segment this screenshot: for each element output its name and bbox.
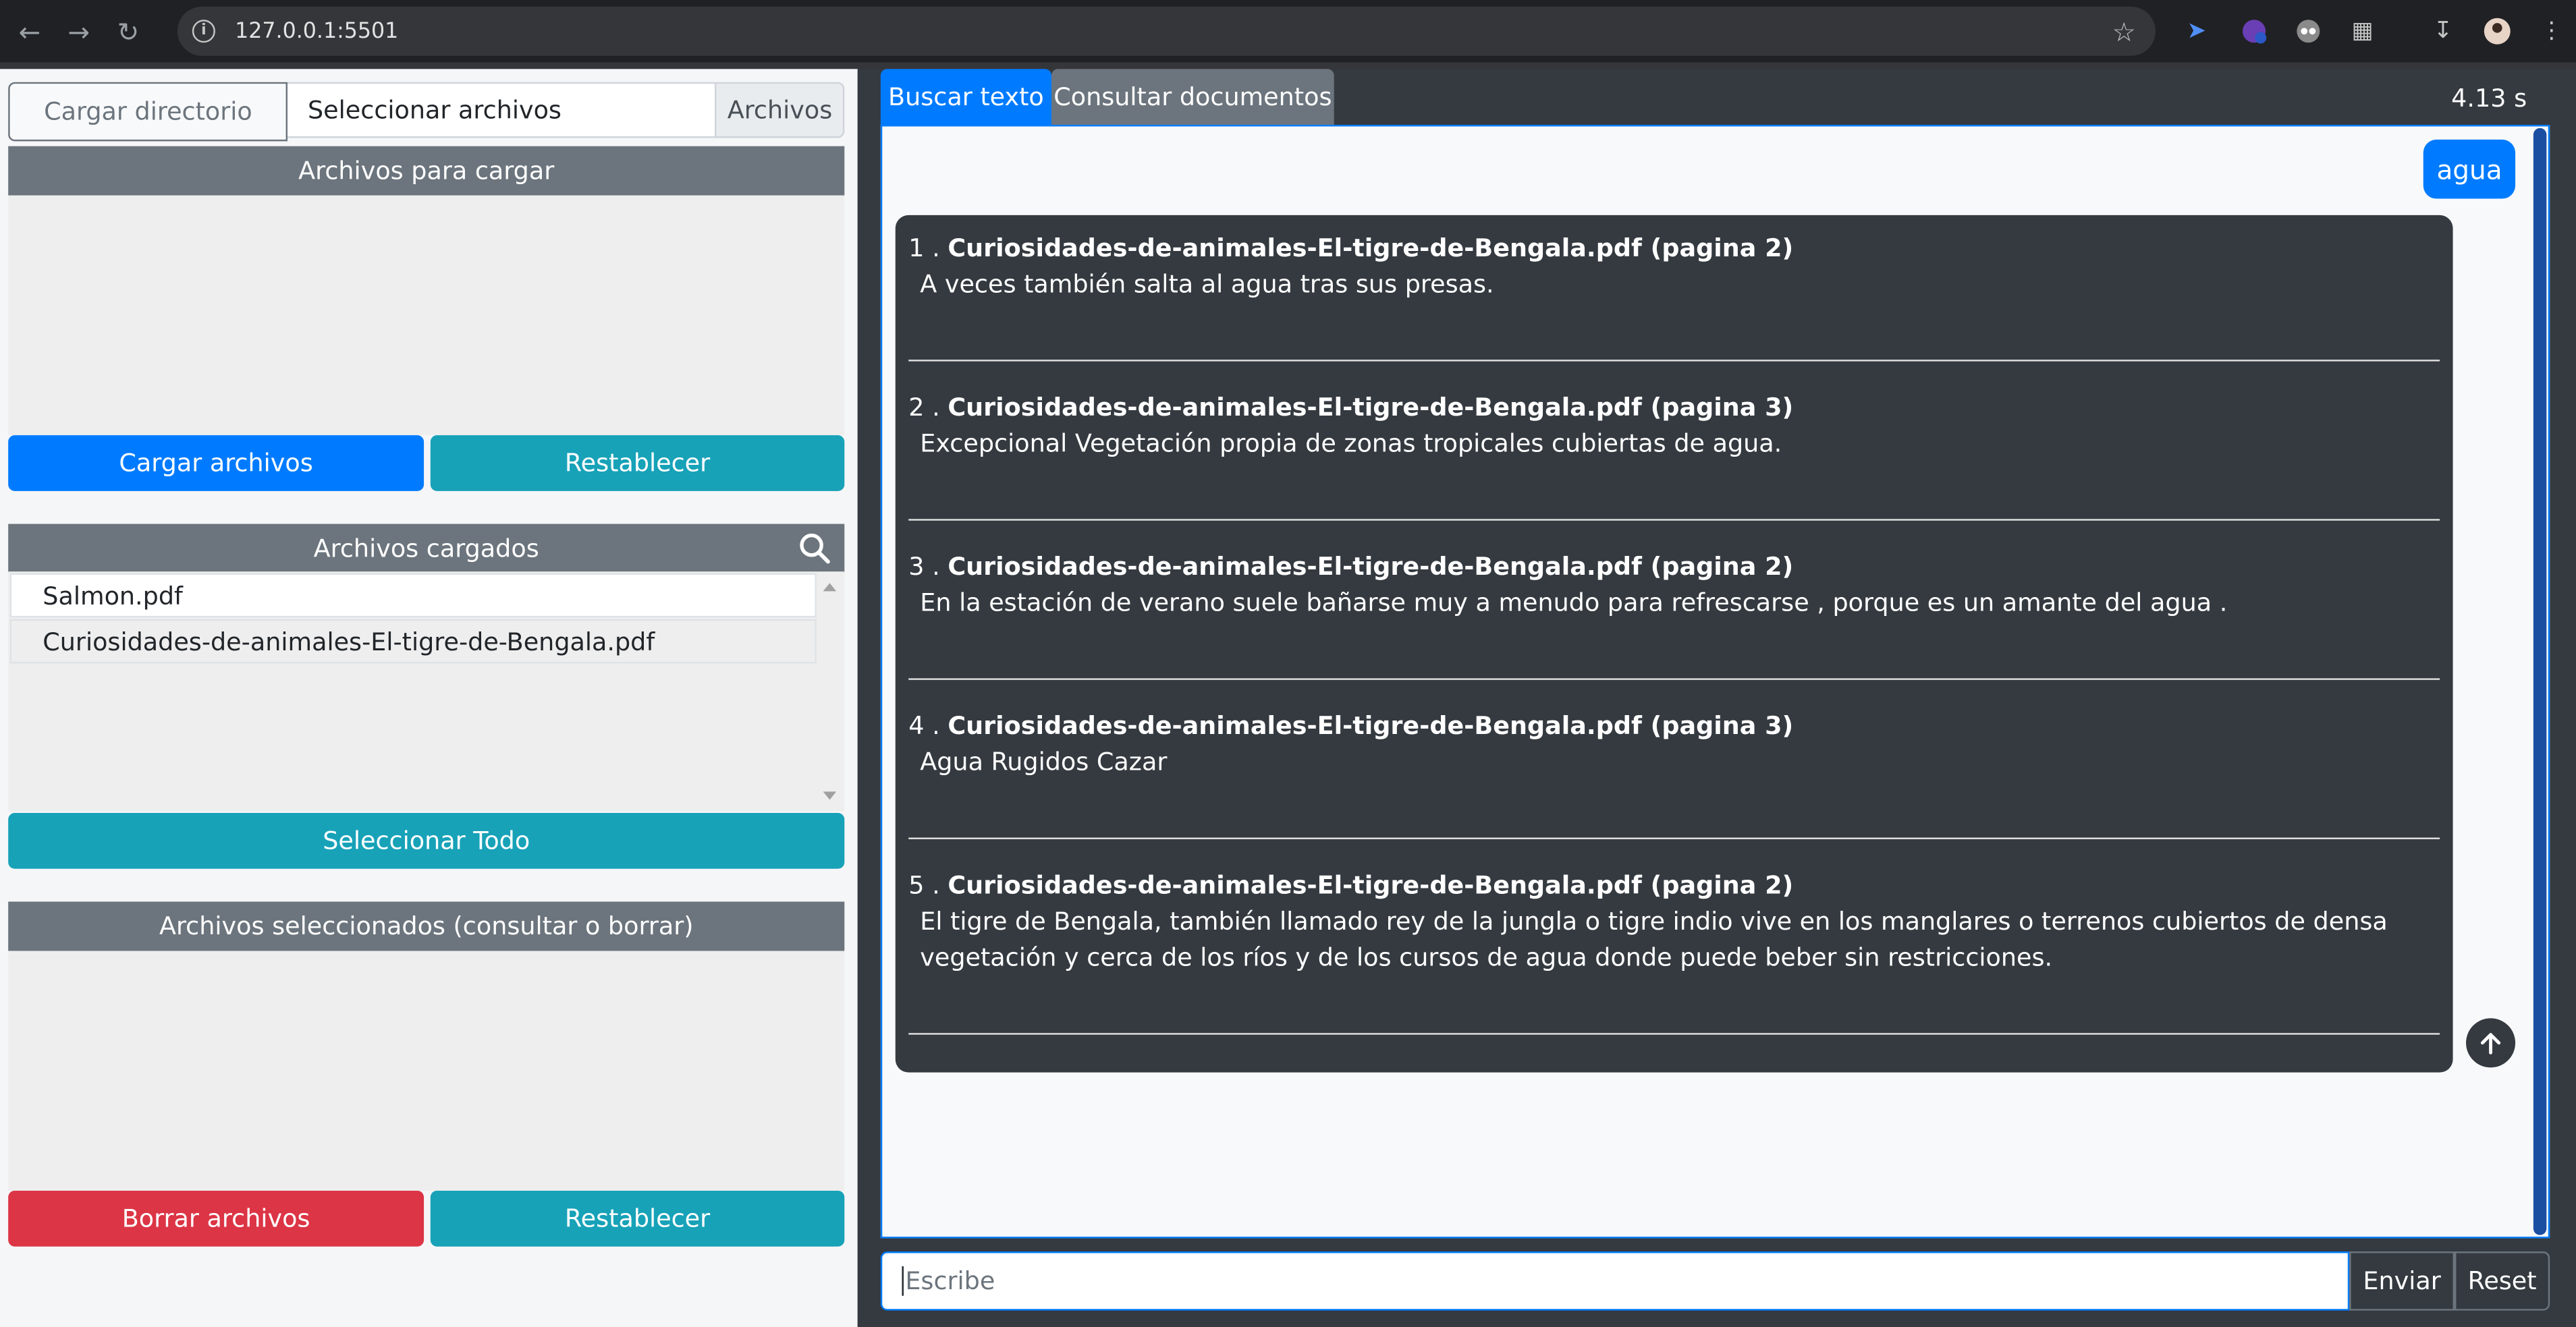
arrow-up-icon: [2480, 1033, 2501, 1054]
address-bar[interactable]: i 127.0.0.1:5501 ☆: [177, 6, 2156, 56]
browser-toolbar: ← → ↻ i 127.0.0.1:5501 ☆ ➤ ▦ ↧ ⋮: [0, 0, 2576, 63]
result-item: 1 . Curiosidades-de-animales-El-tigre-de…: [908, 231, 2440, 362]
list-scroll-up-icon[interactable]: [823, 583, 837, 592]
result-title: Curiosidades-de-animales-El-tigre-de-Ben…: [948, 392, 1794, 422]
result-divider: [908, 519, 2440, 521]
list-scroll-down-icon[interactable]: [823, 791, 837, 800]
file-select-input[interactable]: Seleccionar archivos: [287, 82, 715, 138]
address-url: 127.0.0.1:5501: [235, 18, 399, 44]
result-divider: [908, 837, 2440, 839]
reset-selected-button[interactable]: Restablecer: [430, 1190, 845, 1247]
extension-eyes-icon[interactable]: [2292, 15, 2325, 48]
back-icon[interactable]: ←: [10, 11, 49, 51]
reload-icon[interactable]: ↻: [109, 11, 148, 51]
result-item: 5 . Curiosidades-de-animales-El-tigre-de…: [908, 869, 2440, 1035]
browser-menu-icon[interactable]: ⋮: [2535, 15, 2568, 48]
result-title: Curiosidades-de-animales-El-tigre-de-Ben…: [948, 711, 1794, 741]
loaded-files-list: Salmon.pdf Curiosidades-de-animales-El-t…: [8, 571, 845, 812]
message-input[interactable]: Escribe: [880, 1251, 2350, 1311]
search-icon[interactable]: [798, 532, 831, 565]
result-title: Curiosidades-de-animales-El-tigre-de-Ben…: [948, 870, 1794, 901]
select-all-button[interactable]: Seleccionar Todo: [8, 813, 845, 869]
result-number: 5 .: [908, 870, 940, 901]
result-item: 4 . Curiosidades-de-animales-El-tigre-de…: [908, 710, 2440, 839]
site-info-icon[interactable]: i: [192, 20, 215, 43]
load-directory-button[interactable]: Cargar directorio: [8, 82, 288, 142]
result-divider: [908, 678, 2440, 680]
chat-area: agua 1 . Curiosidades-de-animales-El-tig…: [880, 125, 2550, 1239]
result-text: Excepcional Vegetación propia de zonas t…: [920, 428, 1782, 459]
download-icon[interactable]: ↧: [2427, 15, 2460, 48]
delete-files-button[interactable]: Borrar archivos: [8, 1190, 424, 1247]
reset-chat-button[interactable]: Reset: [2454, 1251, 2550, 1311]
chat-scrollbar[interactable]: [2533, 128, 2547, 1235]
loaded-file-item[interactable]: Salmon.pdf: [9, 573, 817, 618]
user-query-bubble: agua: [2423, 139, 2516, 199]
message-placeholder: Escribe: [905, 1266, 995, 1296]
results-bubble: 1 . Curiosidades-de-animales-El-tigre-de…: [895, 215, 2453, 1073]
right-panel: Buscar texto Consultar documentos 4.13 s…: [857, 69, 2576, 1327]
extension-arrows-icon[interactable]: ➤: [2180, 15, 2213, 48]
result-number: 2 .: [908, 392, 940, 422]
result-number: 1 .: [908, 233, 940, 263]
result-number: 3 .: [908, 551, 940, 582]
bookmark-star-icon[interactable]: ☆: [2112, 16, 2136, 47]
loaded-file-item[interactable]: Curiosidades-de-animales-El-tigre-de-Ben…: [9, 619, 817, 664]
forward-icon[interactable]: →: [59, 11, 99, 51]
result-item: 3 . Curiosidades-de-animales-El-tigre-de…: [908, 550, 2440, 680]
result-number: 4 .: [908, 711, 940, 741]
send-button[interactable]: Enviar: [2349, 1251, 2455, 1311]
profile-avatar[interactable]: [2481, 15, 2514, 48]
tab-query-documents[interactable]: Consultar documentos: [1051, 69, 1334, 125]
text-caret: [902, 1266, 904, 1296]
to-upload-header: Archivos para cargar: [8, 146, 845, 196]
page-root: ← → ↻ i 127.0.0.1:5501 ☆ ➤ ▦ ↧ ⋮ Cargar …: [0, 0, 2576, 1327]
result-divider: [908, 360, 2440, 362]
response-time: 4.13 s: [2451, 84, 2527, 113]
message-input-row: Escribe Enviar Reset: [880, 1251, 2550, 1311]
extensions-puzzle-icon[interactable]: ▦: [2346, 15, 2379, 48]
loaded-files-header: Archivos cargados: [8, 524, 845, 573]
files-label[interactable]: Archivos: [715, 82, 845, 138]
upload-bar: Cargar directorio Seleccionar archivos A…: [8, 82, 845, 142]
reset-upload-button[interactable]: Restablecer: [430, 435, 845, 491]
result-text: En la estación de verano suele bañarse m…: [920, 588, 2228, 618]
scroll-top-button[interactable]: [2466, 1018, 2516, 1068]
selected-files-list: [8, 951, 845, 1191]
left-panel: Cargar directorio Seleccionar archivos A…: [0, 69, 858, 1327]
result-text: El tigre de Bengala, también llamado rey…: [920, 906, 2388, 973]
to-upload-list: [8, 195, 845, 436]
result-text: A veces también salta al agua tras sus p…: [920, 269, 1494, 300]
tab-search-text[interactable]: Buscar texto: [880, 69, 1052, 125]
result-divider: [908, 1033, 2440, 1035]
extension-badge-icon[interactable]: [2238, 15, 2271, 48]
result-text: Agua Rugidos Cazar: [920, 747, 1168, 777]
result-item: 2 . Curiosidades-de-animales-El-tigre-de…: [908, 391, 2440, 521]
load-files-button[interactable]: Cargar archivos: [8, 435, 424, 491]
selected-files-header: Archivos seleccionados (consultar o borr…: [8, 901, 845, 951]
result-title: Curiosidades-de-animales-El-tigre-de-Ben…: [948, 551, 1794, 582]
loaded-files-title: Archivos cargados: [313, 534, 539, 563]
result-title: Curiosidades-de-animales-El-tigre-de-Ben…: [948, 233, 1794, 263]
